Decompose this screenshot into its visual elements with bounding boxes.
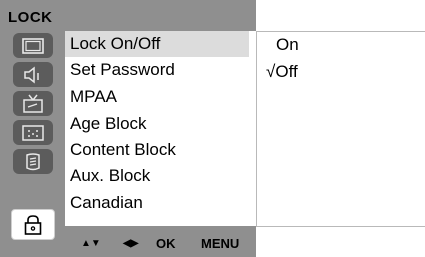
lock-icon — [23, 214, 43, 236]
menu-item-canadian[interactable]: Canadian — [65, 190, 249, 216]
audio-icon — [22, 65, 44, 84]
submenu-bottom-divider — [256, 226, 425, 227]
channel-category[interactable] — [13, 91, 53, 116]
menu-item-content-block[interactable]: Content Block — [65, 137, 249, 163]
submenu-option-off[interactable]: √Off — [266, 62, 298, 82]
submenu-top-divider — [256, 31, 425, 32]
audio-category[interactable] — [13, 62, 53, 87]
menu-item-aux-block[interactable]: Aux. Block — [65, 163, 249, 189]
picture-category[interactable] — [13, 33, 53, 58]
screen-category[interactable] — [13, 120, 53, 145]
picture-icon — [22, 37, 44, 54]
check-mark-icon: √ — [266, 62, 276, 81]
tv-antenna-icon — [22, 94, 44, 114]
screen-dots-icon — [22, 124, 44, 141]
menu-title: LOCK — [8, 9, 53, 26]
ok-hint: OK — [156, 236, 176, 251]
submenu-option-on[interactable]: On — [266, 35, 299, 55]
osd-menu: LOCK Lock On/Off Set Password MPAA Age B… — [0, 0, 256, 257]
left-right-arrows-icon: ◀▶ — [123, 238, 139, 249]
menu-item-mpaa[interactable]: MPAA — [65, 84, 249, 110]
navigation-hint-bar: ▲▼ ◀▶ OK MENU — [65, 229, 256, 257]
option-label: On — [276, 35, 299, 54]
option-book-icon — [23, 152, 43, 172]
menu-hint: MENU — [201, 236, 240, 251]
menu-list: Lock On/Off Set Password MPAA Age Block … — [65, 31, 256, 226]
submenu-left-divider — [256, 31, 257, 227]
option-label: Off — [275, 62, 298, 81]
menu-item-set-password[interactable]: Set Password — [65, 57, 249, 83]
menu-item-age-block[interactable]: Age Block — [65, 111, 249, 137]
menu-item-lock-on-off[interactable]: Lock On/Off — [65, 31, 249, 57]
option-category[interactable] — [13, 149, 53, 174]
lock-category[interactable] — [11, 209, 55, 240]
up-down-arrows-icon: ▲▼ — [81, 238, 101, 249]
submenu-panel — [256, 31, 425, 226]
